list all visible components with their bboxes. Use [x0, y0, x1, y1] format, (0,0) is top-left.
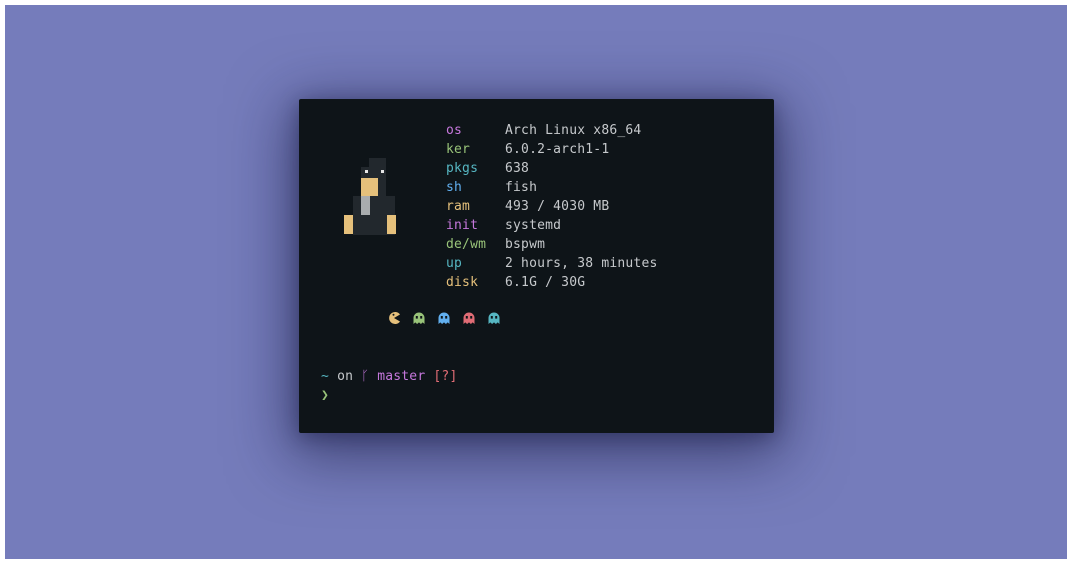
info-value: bspwm	[505, 237, 546, 252]
info-value: 493 / 4030 MB	[505, 199, 610, 214]
pacman-icon	[389, 312, 400, 324]
info-key: pkgs	[446, 161, 479, 176]
info-value: systemd	[505, 218, 562, 233]
ghost-red-icon	[463, 312, 475, 324]
info-key: os	[446, 123, 463, 138]
ghost-green-icon	[413, 312, 425, 324]
info-row-os: os Arch Linux x86_64	[446, 121, 658, 140]
info-value: 6.0.2-arch1-1	[505, 142, 610, 157]
info-row-shell: sh fish	[446, 178, 658, 197]
info-key: ker	[446, 142, 471, 157]
info-value: Arch Linux x86_64	[505, 123, 642, 138]
info-row-ram: ram 493 / 4030 MB	[446, 197, 658, 216]
info-key: up	[446, 256, 463, 271]
info-key: init	[446, 218, 479, 233]
prompt-caret-icon: ❯	[321, 388, 330, 403]
info-row-init: init systemd	[446, 216, 658, 235]
tux-logo	[344, 158, 398, 236]
info-value: fish	[505, 180, 538, 195]
color-palette	[387, 311, 501, 325]
info-row-wm: de/wm bspwm	[446, 235, 658, 254]
info-key: ram	[446, 199, 471, 214]
shell-prompt[interactable]: ~ on ᚴ master [?] ❯	[321, 367, 457, 405]
info-row-packages: pkgs 638	[446, 159, 658, 178]
prompt-line: ~ on ᚴ master [?]	[321, 367, 457, 386]
info-row-kernel: ker 6.0.2-arch1-1	[446, 140, 658, 159]
info-key: disk	[446, 275, 479, 290]
info-key: sh	[446, 180, 463, 195]
git-branch-icon: ᚴ	[361, 369, 370, 384]
desktop-background: os Arch Linux x86_64 ker 6.0.2-arch1-1 p…	[5, 5, 1067, 559]
system-info: os Arch Linux x86_64 ker 6.0.2-arch1-1 p…	[446, 121, 658, 292]
info-value: 2 hours, 38 minutes	[505, 256, 658, 271]
info-row-disk: disk 6.1G / 30G	[446, 273, 658, 292]
prompt-input-line[interactable]: ❯	[321, 386, 457, 405]
ghost-cyan-icon	[488, 312, 500, 324]
info-key: de/wm	[446, 237, 487, 252]
info-value: 638	[505, 161, 530, 176]
terminal-window[interactable]: os Arch Linux x86_64 ker 6.0.2-arch1-1 p…	[299, 99, 774, 433]
info-value: 6.1G / 30G	[505, 275, 586, 290]
git-status: [?]	[433, 369, 458, 384]
prompt-cwd: ~	[321, 369, 330, 384]
git-branch-name: master	[377, 369, 426, 384]
prompt-on-text: on	[337, 369, 354, 384]
ghost-blue-icon	[438, 312, 450, 324]
info-row-uptime: up 2 hours, 38 minutes	[446, 254, 658, 273]
